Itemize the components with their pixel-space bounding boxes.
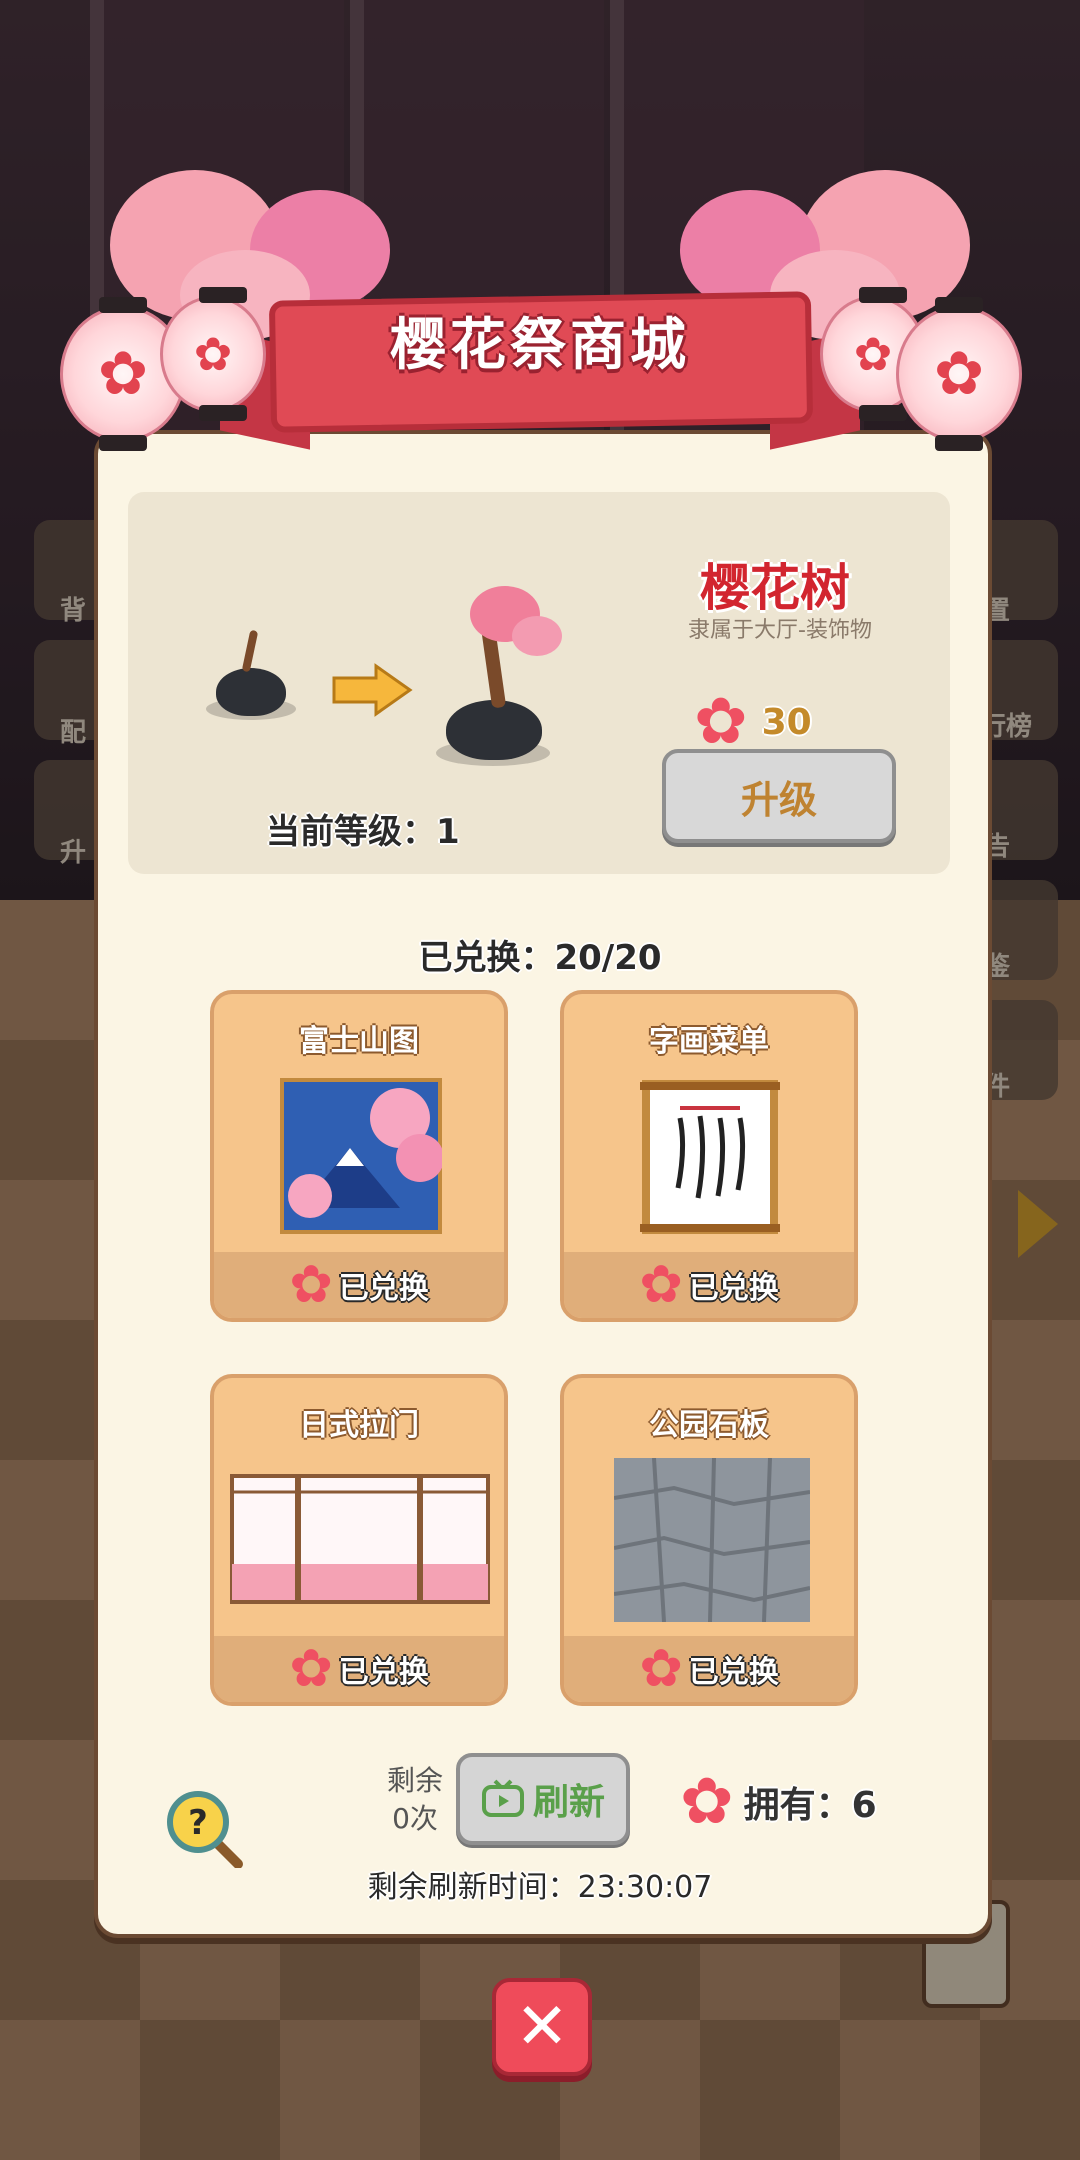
exchange-card[interactable]: 富士山图 ✿ 已兑换 — [210, 990, 508, 1322]
card-title: 富士山图 — [299, 1024, 419, 1059]
card-status: 已兑换 — [338, 1655, 429, 1690]
card-status: 已兑换 — [688, 1655, 779, 1690]
item-name: 樱花树 — [700, 559, 850, 617]
remaining-refresh: 剩余 0次 — [380, 1762, 450, 1838]
sakura-currency-icon: ✿ — [680, 1765, 734, 1839]
calligraphy-scroll-icon — [640, 1080, 780, 1234]
stone-pavement-icon — [614, 1458, 810, 1622]
remaining-count: 0次 — [392, 1802, 438, 1835]
card-title: 日式拉门 — [299, 1408, 419, 1443]
remaining-label: 剩余 — [386, 1764, 443, 1797]
sakura-currency-icon: ✿ — [289, 1255, 333, 1315]
exchange-card[interactable]: 字画菜单 ✿ 已兑换 — [560, 990, 858, 1322]
shop-title: 樱花祭商城 — [390, 313, 690, 378]
sapling-pot-icon — [216, 668, 286, 716]
refresh-timer: 剩余刷新时间：23:30:07 — [367, 1870, 713, 1905]
sakura-currency-icon: ✿ — [289, 1639, 333, 1699]
upgrade-arrow-icon — [332, 663, 413, 717]
sakura-icon: ✿ — [933, 339, 985, 409]
close-button[interactable]: ✕ — [492, 1978, 592, 2076]
owned-label: 拥有：6 — [743, 1785, 877, 1826]
item-category: 隶属于大厅-装饰物 — [688, 618, 872, 643]
sakura-currency-icon: ✿ — [639, 1255, 683, 1315]
refresh-button[interactable]: 刷新 — [456, 1753, 630, 1845]
card-status: 已兑换 — [338, 1271, 429, 1306]
card-footer: ✿ 已兑换 — [214, 1252, 504, 1318]
current-level-label: 当前等级：1 — [266, 812, 460, 852]
card-footer: ✿ 已兑换 — [564, 1252, 854, 1318]
card-title: 公园石板 — [649, 1408, 769, 1443]
card-footer: ✿ 已兑换 — [564, 1636, 854, 1702]
card-title: 字画菜单 — [649, 1024, 769, 1059]
bonsai-pot-icon — [446, 700, 542, 760]
upgrade-button[interactable]: 升级 — [662, 749, 896, 843]
exchange-card[interactable]: 日式拉门 ✿ 已兑换 — [210, 1374, 508, 1706]
lantern-icon: ✿ — [896, 297, 1022, 451]
magnifier-question-icon[interactable]: ? — [164, 1788, 244, 1868]
sakura-currency-icon: ✿ — [694, 685, 748, 759]
refresh-label: 刷新 — [532, 1782, 605, 1823]
card-footer: ✿ 已兑换 — [214, 1636, 504, 1702]
lantern-icon: ✿ — [160, 287, 266, 421]
bonsai-blossom-icon — [512, 616, 562, 656]
upgrade-cost-value: 30 — [761, 701, 812, 743]
exchanged-count: 已兑换：20/20 — [418, 938, 662, 978]
close-icon: ✕ — [515, 1990, 569, 2064]
exchange-card[interactable]: 公园石板 ✿ 已兑换 — [560, 1374, 858, 1706]
sakura-currency-icon: ✿ — [639, 1639, 683, 1699]
svg-text:?: ? — [188, 1803, 208, 1843]
card-status: 已兑换 — [688, 1271, 779, 1306]
sakura-icon: ✿ — [193, 327, 233, 381]
tv-ad-icon — [481, 1779, 524, 1817]
shoji-door-icon — [230, 1474, 490, 1604]
upgrade-cost: ✿ 30 — [694, 690, 812, 754]
mount-fuji-painting-icon — [280, 1078, 442, 1234]
owned-currency: ✿ 拥有：6 — [680, 1770, 877, 1834]
